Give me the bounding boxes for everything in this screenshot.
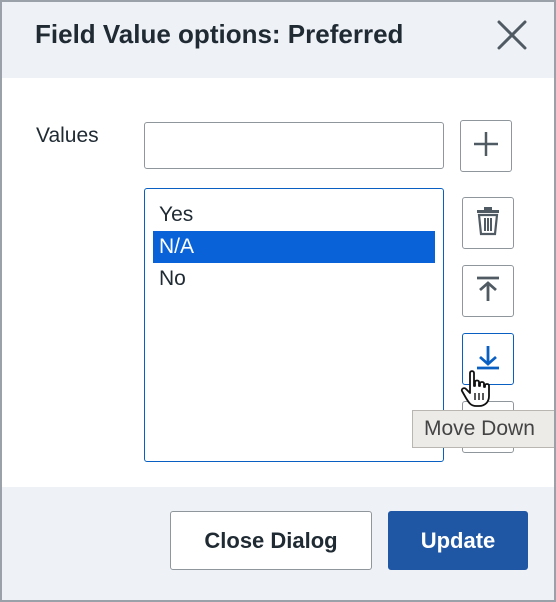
plus-icon bbox=[472, 130, 500, 163]
move-down-icon bbox=[474, 343, 502, 376]
delete-value-button[interactable] bbox=[462, 197, 514, 249]
close-icon[interactable] bbox=[494, 17, 530, 53]
move-to-top-icon bbox=[474, 275, 502, 308]
list-item[interactable]: No bbox=[153, 263, 435, 295]
field-value-options-dialog: Field Value options: Preferred Values Ye… bbox=[0, 0, 556, 602]
new-value-input[interactable] bbox=[144, 122, 444, 169]
dialog-footer: Close Dialog Update bbox=[2, 487, 554, 600]
values-list[interactable]: Yes N/A No bbox=[144, 188, 444, 462]
add-value-button[interactable] bbox=[460, 120, 512, 172]
move-down-tooltip: Move Down bbox=[412, 410, 554, 448]
close-dialog-button[interactable]: Close Dialog bbox=[170, 511, 372, 570]
list-item[interactable]: Yes bbox=[153, 199, 435, 231]
trash-icon bbox=[474, 206, 502, 241]
values-label: Values bbox=[36, 124, 99, 147]
move-to-top-button[interactable] bbox=[462, 265, 514, 317]
list-item-selected[interactable]: N/A bbox=[153, 231, 435, 263]
move-down-button[interactable] bbox=[462, 333, 514, 385]
dialog-header: Field Value options: Preferred bbox=[2, 2, 554, 78]
dialog-title: Field Value options: Preferred bbox=[35, 19, 404, 49]
update-button[interactable]: Update bbox=[388, 511, 528, 570]
